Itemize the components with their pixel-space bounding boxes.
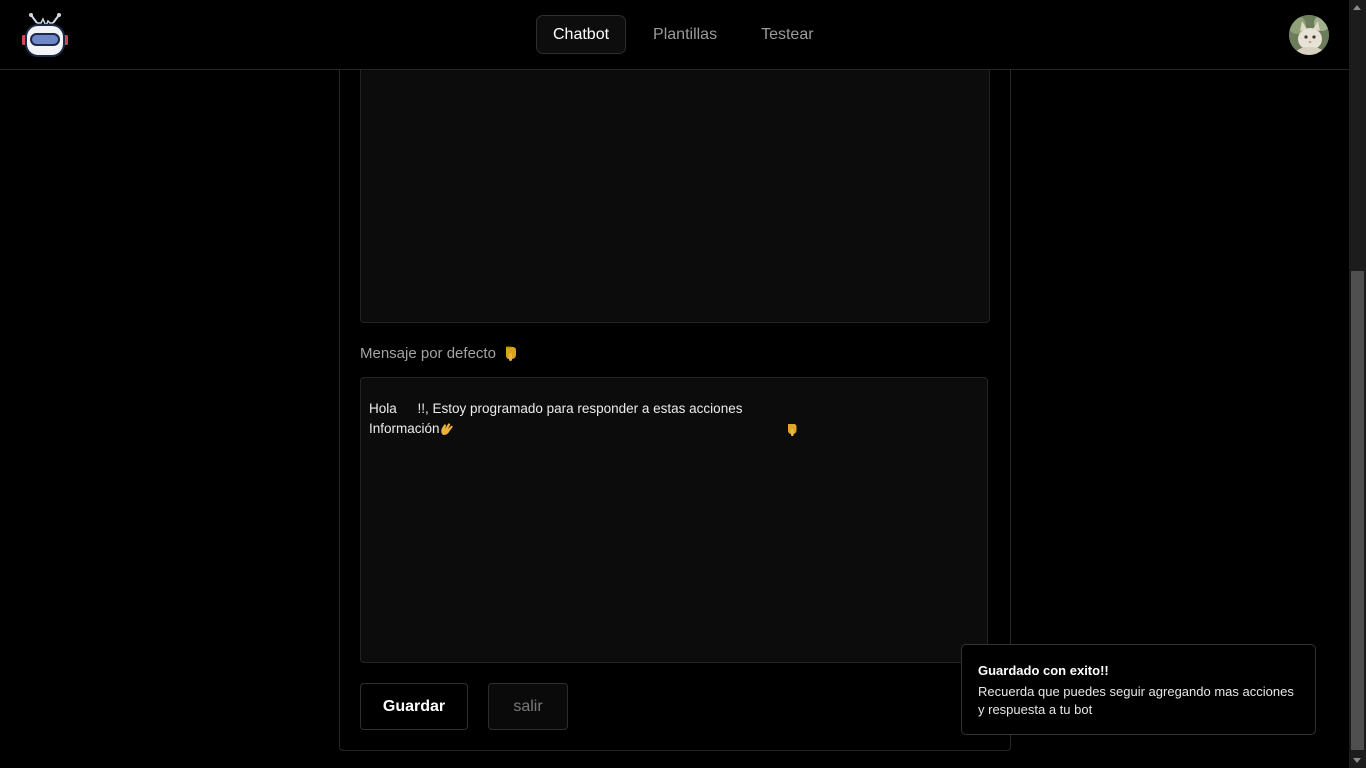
pointing-down-hand-icon: [502, 344, 520, 362]
default-message-textarea[interactable]: Hola !!, Estoy programado para responder…: [360, 377, 988, 663]
top-navbar: Chatbot Plantillas Testear: [0, 0, 1349, 70]
message-line-1: Hola !!, Estoy programado para responder…: [369, 399, 979, 436]
scroll-down-arrow-icon[interactable]: [1353, 758, 1361, 763]
user-avatar[interactable]: [1289, 15, 1329, 55]
waving-hand-icon: [402, 402, 453, 435]
exit-button[interactable]: salir: [488, 683, 568, 730]
save-button[interactable]: Guardar: [360, 683, 468, 730]
vertical-scrollbar[interactable]: [1349, 0, 1366, 768]
robot-logo-icon[interactable]: [19, 12, 71, 58]
message-line-2: Información: [369, 421, 440, 436]
success-toast[interactable]: Guardado con exito!! Recuerda que puedes…: [961, 644, 1316, 735]
toast-title: Guardado con exito!!: [978, 663, 1109, 678]
pointing-down-hand-icon: [747, 402, 797, 436]
app-window: Chatbot Plantillas Testear Mensaje por d…: [0, 0, 1366, 768]
scrollbar-thumb[interactable]: [1351, 271, 1364, 750]
default-message-label: Mensaje por defecto: [360, 344, 520, 362]
message-body-text: !!, Estoy programado para responder a es…: [417, 401, 743, 416]
chatbot-config-card: Mensaje por defecto Hola !!, Estoy progr…: [339, 40, 1011, 751]
main-nav-tabs: Chatbot Plantillas Testear: [536, 15, 841, 54]
toast-body: Recuerda que puedes seguir agregando mas…: [978, 684, 1294, 717]
tab-chatbot[interactable]: Chatbot: [536, 15, 627, 54]
tab-testear[interactable]: Testear: [744, 15, 830, 54]
tab-plantillas[interactable]: Plantillas: [636, 15, 734, 54]
actions-textarea[interactable]: [360, 41, 990, 323]
default-message-label-text: Mensaje por defecto: [360, 344, 496, 362]
scroll-up-arrow-icon[interactable]: [1353, 5, 1361, 10]
message-greeting: Hola: [369, 401, 397, 416]
